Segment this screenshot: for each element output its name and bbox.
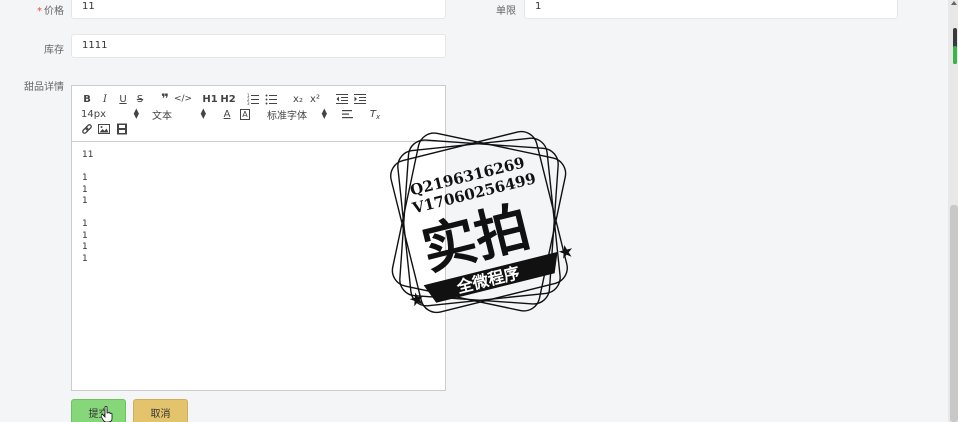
mouse-cursor-icon: [101, 406, 113, 422]
indent-icon[interactable]: [353, 92, 367, 106]
page-scrollbar-thumb[interactable]: [950, 205, 958, 422]
heading1-icon[interactable]: H1: [202, 92, 218, 106]
limit-label: 单限: [496, 6, 516, 17]
font-family-select[interactable]: 标准字体 ▲ ▼: [267, 107, 327, 122]
strikethrough-icon[interactable]: S: [133, 92, 147, 106]
subscript-icon[interactable]: x₂: [291, 92, 305, 106]
image-icon[interactable]: [97, 122, 111, 136]
link-icon[interactable]: [80, 122, 94, 136]
watermark-stamp: Q2196316269 V17060256499 实拍 全微程序 ★ ★: [390, 130, 576, 314]
price-input[interactable]: 11: [71, 0, 446, 19]
bullet-list-icon[interactable]: [264, 92, 278, 106]
heading2-icon[interactable]: H2: [220, 92, 236, 106]
blockquote-icon[interactable]: ❞: [158, 92, 172, 107]
content-line: 1: [82, 219, 88, 229]
editor-content[interactable]: 11 1 1 1 1 1 1 1: [82, 150, 93, 265]
mini-scrollbar-indicator: [953, 46, 957, 64]
underline-icon[interactable]: U: [116, 92, 130, 106]
italic-icon[interactable]: I: [98, 92, 112, 106]
content-line: 1: [82, 230, 88, 241]
limit-input[interactable]: 1: [524, 0, 898, 19]
submit-button[interactable]: 提交: [71, 399, 126, 422]
outdent-icon[interactable]: [335, 92, 349, 106]
cancel-button[interactable]: 取消: [133, 399, 188, 422]
font-color-icon[interactable]: A: [220, 107, 234, 121]
star-icon: ★: [407, 288, 428, 312]
content-line: [82, 208, 93, 220]
content-line: 1: [82, 184, 88, 195]
code-icon[interactable]: </>: [174, 92, 192, 106]
stock-input[interactable]: 1111: [71, 34, 446, 58]
stock-label: 库存: [44, 45, 64, 56]
video-icon[interactable]: [115, 122, 129, 136]
content-line: 1: [82, 173, 88, 183]
content-line: [82, 162, 93, 174]
background-color-icon[interactable]: A: [238, 107, 252, 121]
required-mark: *: [37, 6, 42, 17]
content-line: 1: [82, 253, 88, 264]
detail-label: 甜品详情: [24, 82, 64, 93]
font-size-select[interactable]: 14px ▲ ▼: [81, 107, 139, 121]
superscript-icon[interactable]: x²: [308, 92, 322, 106]
ordered-list-icon[interactable]: 123: [246, 92, 260, 106]
svg-text:3: 3: [247, 101, 250, 105]
align-icon[interactable]: [341, 107, 355, 121]
select-arrows-icon: ▲ ▼: [133, 107, 139, 120]
select-arrows-icon: ▲ ▼: [200, 107, 206, 120]
clear-format-icon[interactable]: Tx: [368, 107, 382, 122]
content-line: 11: [82, 150, 94, 160]
select-arrows-icon: ▲ ▼: [321, 107, 327, 120]
scroll-up-arrow-icon[interactable]: [951, 1, 957, 5]
bold-icon[interactable]: B: [80, 92, 94, 106]
block-type-select[interactable]: 文本 ▲ ▼: [152, 107, 206, 122]
content-line: 1: [82, 242, 88, 252]
price-label: * 价格: [37, 6, 64, 17]
content-line: 1: [82, 196, 88, 206]
